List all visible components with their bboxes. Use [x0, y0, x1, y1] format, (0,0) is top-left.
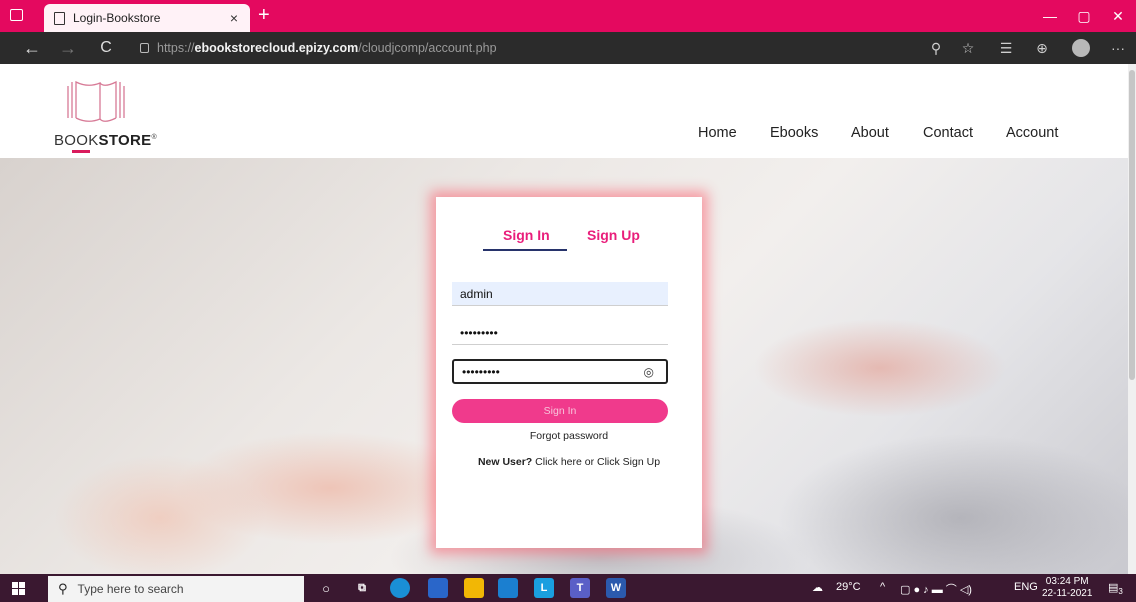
forgot-password-link[interactable]: Forgot password — [436, 430, 702, 442]
password-value: ••••••••• — [460, 325, 498, 340]
browser-tab[interactable]: Login-Bookstore × — [44, 4, 250, 32]
store-icon[interactable] — [428, 578, 448, 598]
new-tab-button[interactable]: + — [258, 5, 270, 25]
clock-date: 22-11-2021 — [1042, 588, 1093, 599]
scrollbar-thumb[interactable] — [1129, 70, 1135, 380]
cortana-icon[interactable]: ○ — [316, 578, 336, 598]
url-scheme: https:// — [157, 41, 195, 55]
lens-app-icon[interactable]: L — [534, 578, 554, 598]
new-user-label: New User? — [477, 456, 533, 468]
profile-avatar[interactable] — [1072, 39, 1090, 57]
nav-ebooks[interactable]: Ebooks — [770, 125, 818, 141]
address-bar[interactable]: https://ebookstorecloud.epizy.com/cloudj… — [140, 37, 920, 59]
close-window-button[interactable]: ✕ — [1102, 0, 1134, 32]
show-password-icon[interactable]: ◎ — [644, 365, 654, 379]
back-button[interactable]: ← — [20, 38, 44, 58]
search-placeholder: Type here to search — [77, 582, 184, 596]
logo-registered-mark: ® — [151, 134, 157, 141]
tab-actions-icon[interactable] — [10, 9, 23, 21]
logo-underline — [72, 150, 90, 153]
login-card: Sign In Sign Up admin ••••••••• ••••••••… — [436, 197, 702, 548]
site-logo-text[interactable]: BOOKSTORE® — [54, 132, 157, 149]
notification-count: 3 — [1118, 587, 1123, 597]
sign-in-button[interactable]: Sign In — [452, 399, 668, 423]
forward-button[interactable]: → — [56, 38, 80, 58]
page-icon — [54, 11, 65, 25]
nav-contact[interactable]: Contact — [923, 125, 973, 141]
site-header: BOOKSTORE® Home Ebooks About Contact Acc… — [0, 64, 1128, 158]
sign-up-link[interactable]: Click here or Click Sign Up — [535, 456, 660, 468]
logo-prefix: BOOK — [54, 132, 99, 149]
refresh-button[interactable]: C — [94, 38, 118, 58]
taskbar-search-box[interactable]: ⚲ Type here to search — [48, 576, 304, 602]
favorites-icon[interactable]: ☰ — [996, 38, 1016, 58]
confirm-password-input[interactable]: ••••••••• ◎ — [452, 359, 668, 384]
collections-icon[interactable]: ⊕ — [1032, 38, 1052, 58]
mail-icon[interactable] — [498, 578, 518, 598]
browser-tab-bar: Login-Bookstore × + — ▢ ✕ — [0, 0, 1136, 32]
windows-start-icon[interactable] — [12, 582, 25, 595]
word-icon[interactable]: W — [606, 578, 626, 598]
url-domain: ebookstorecloud.epizy.com — [194, 41, 359, 55]
minimize-button[interactable]: — — [1034, 0, 1066, 32]
search-icon: ⚲ — [58, 581, 68, 596]
more-menu-icon[interactable]: ··· — [1108, 38, 1128, 58]
username-input[interactable]: admin — [452, 282, 668, 306]
tab-sign-in[interactable]: Sign In — [503, 227, 550, 243]
tray-icons[interactable]: ▢ ● ♪ ▬ ⌒ ◁) — [900, 581, 972, 597]
tab-sign-up[interactable]: Sign Up — [587, 227, 640, 243]
notification-icon[interactable]: ▤3 — [1108, 581, 1123, 596]
auth-tabs: Sign In Sign Up — [436, 227, 702, 257]
username-value: admin — [460, 286, 493, 301]
nav-about[interactable]: About — [851, 125, 889, 141]
logo-suffix: STORE — [98, 132, 152, 149]
password-input[interactable]: ••••••••• — [452, 321, 668, 345]
add-favorite-icon[interactable]: ☆ — [958, 38, 978, 58]
tab-title: Login-Bookstore — [73, 11, 161, 25]
teams-icon[interactable]: T — [570, 578, 590, 598]
restore-button[interactable]: ▢ — [1068, 0, 1100, 32]
tab-close-button[interactable]: × — [230, 10, 238, 26]
confirm-password-value: ••••••••• — [462, 364, 500, 379]
task-view-icon[interactable]: ⧉ — [352, 578, 372, 598]
edge-browser-icon[interactable] — [390, 578, 410, 598]
new-user-prompt: New User? Click here or Click Sign Up — [436, 456, 702, 468]
language-indicator[interactable]: ENG — [1014, 581, 1038, 593]
clock-time: 03:24 PM — [1045, 576, 1089, 587]
file-explorer-icon[interactable] — [464, 578, 484, 598]
read-aloud-icon[interactable]: ⚲ — [926, 38, 946, 58]
weather-icon[interactable]: ☁ — [812, 581, 823, 594]
page-scrollbar[interactable] — [1128, 64, 1136, 574]
tray-chevron-icon[interactable]: ^ — [880, 581, 885, 593]
taskbar-clock[interactable]: 03:24 PM 22-11-2021 — [1042, 576, 1092, 600]
weather-temp[interactable]: 29°C — [836, 581, 861, 593]
lock-icon — [140, 43, 149, 53]
nav-account[interactable]: Account — [1006, 125, 1058, 141]
active-tab-indicator — [483, 249, 567, 251]
nav-home[interactable]: Home — [698, 125, 737, 141]
url-path: /cloudjcomp/account.php — [358, 41, 497, 55]
